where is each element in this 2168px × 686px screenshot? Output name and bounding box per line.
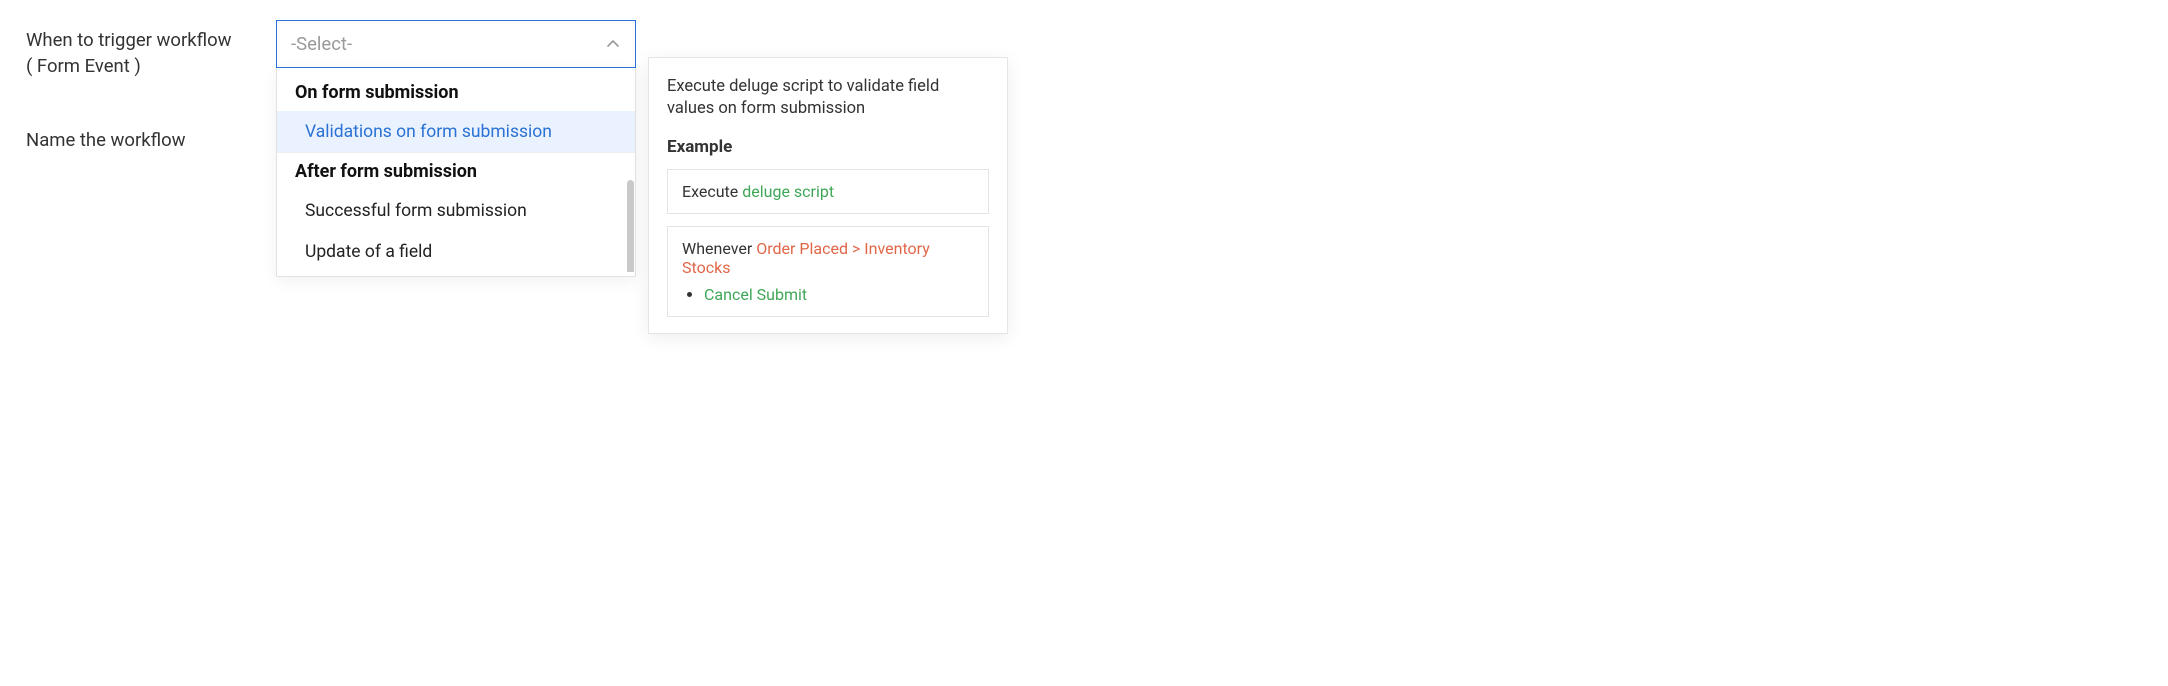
row-trigger-event: When to trigger workflow ( Form Event ) … [26, 20, 1419, 80]
dropdown-item-validations-on-form-submission[interactable]: Validations on form submission [277, 111, 635, 152]
chevron-up-icon [605, 36, 621, 52]
label-when-to-trigger-line1: When to trigger workflow [26, 28, 276, 54]
dropdown-group-on-form-submission: On form submission [277, 74, 635, 111]
label-when-to-trigger-line2: ( Form Event ) [26, 54, 276, 80]
trigger-event-field: -Select- On form submission Validations … [276, 20, 636, 68]
info-example-box-2: Whenever Order Placed > Inventory Stocks… [667, 226, 989, 317]
info-description: Execute deluge script to validate field … [667, 76, 989, 121]
dropdown-item-update-of-a-field[interactable]: Update of a field [277, 231, 635, 272]
select-placeholder: -Select- [291, 33, 605, 55]
dropdown-group-after-form-submission: After form submission [277, 152, 635, 190]
info-whenever-action-list: Cancel Submit [682, 285, 974, 304]
info-execute-prefix: Execute [682, 182, 742, 201]
info-example-heading: Example [667, 137, 989, 157]
workflow-config-panel: When to trigger workflow ( Form Event ) … [0, 0, 1445, 234]
label-name-the-workflow: Name the workflow [26, 120, 276, 154]
info-example-box-1: Execute deluge script [667, 169, 989, 214]
dropdown-scrollbar-thumb[interactable] [627, 180, 634, 272]
dropdown-scroll-area[interactable]: On form submission Validations on form s… [277, 74, 635, 272]
dropdown-info-panel: Execute deluge script to validate field … [648, 57, 1008, 334]
info-whenever-action-cancel-submit: Cancel Submit [704, 285, 807, 304]
trigger-event-select[interactable]: -Select- [276, 20, 636, 68]
label-when-to-trigger: When to trigger workflow ( Form Event ) [26, 20, 276, 80]
info-whenever-prefix: Whenever [682, 239, 756, 258]
dropdown-item-successful-form-submission[interactable]: Successful form submission [277, 190, 635, 231]
dropdown-scrollbar[interactable] [627, 80, 634, 266]
trigger-event-dropdown: On form submission Validations on form s… [276, 68, 636, 277]
info-execute-script-highlight: deluge script [742, 182, 834, 201]
